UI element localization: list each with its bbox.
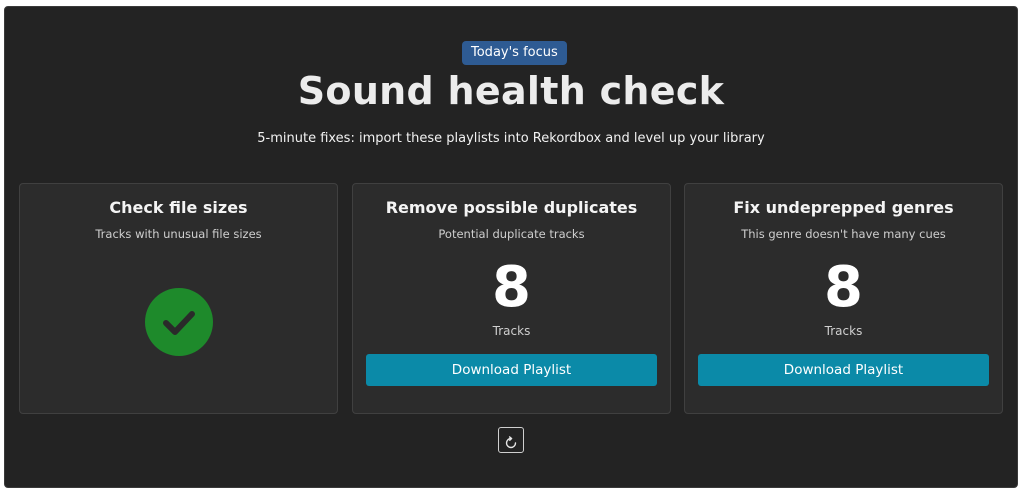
card-title: Check file sizes: [109, 198, 248, 217]
count-label: Tracks: [492, 324, 531, 338]
count-label: Tracks: [824, 324, 863, 338]
health-check-panel: Today's focus Sound health check 5-minut…: [4, 6, 1018, 488]
todays-focus-badge: Today's focus: [462, 41, 567, 65]
page-subtitle: 5-minute fixes: import these playlists i…: [257, 131, 765, 146]
refresh-button[interactable]: [498, 427, 524, 453]
card-title: Remove possible duplicates: [385, 198, 638, 217]
remove-duplicates-card: Remove possible duplicates Potential dup…: [352, 183, 671, 414]
check-file-sizes-card: Check file sizes Tracks with unusual fil…: [19, 183, 338, 414]
check-circle-icon: [145, 288, 213, 356]
duplicate-track-count: 8: [492, 255, 531, 320]
genre-track-count: 8: [824, 255, 863, 320]
page-title: Sound health check: [297, 69, 725, 113]
card-title: Fix undeprepped genres: [733, 198, 954, 217]
fix-genres-card: Fix undeprepped genres This genre doesn'…: [684, 183, 1003, 414]
card-description: Tracks with unusual file sizes: [95, 227, 262, 241]
refresh-icon: [499, 435, 523, 450]
card-description: Potential duplicate tracks: [438, 227, 585, 241]
download-duplicates-playlist-button[interactable]: Download Playlist: [366, 354, 657, 386]
card-description: This genre doesn't have many cues: [741, 227, 946, 241]
download-genres-playlist-button[interactable]: Download Playlist: [698, 354, 989, 386]
